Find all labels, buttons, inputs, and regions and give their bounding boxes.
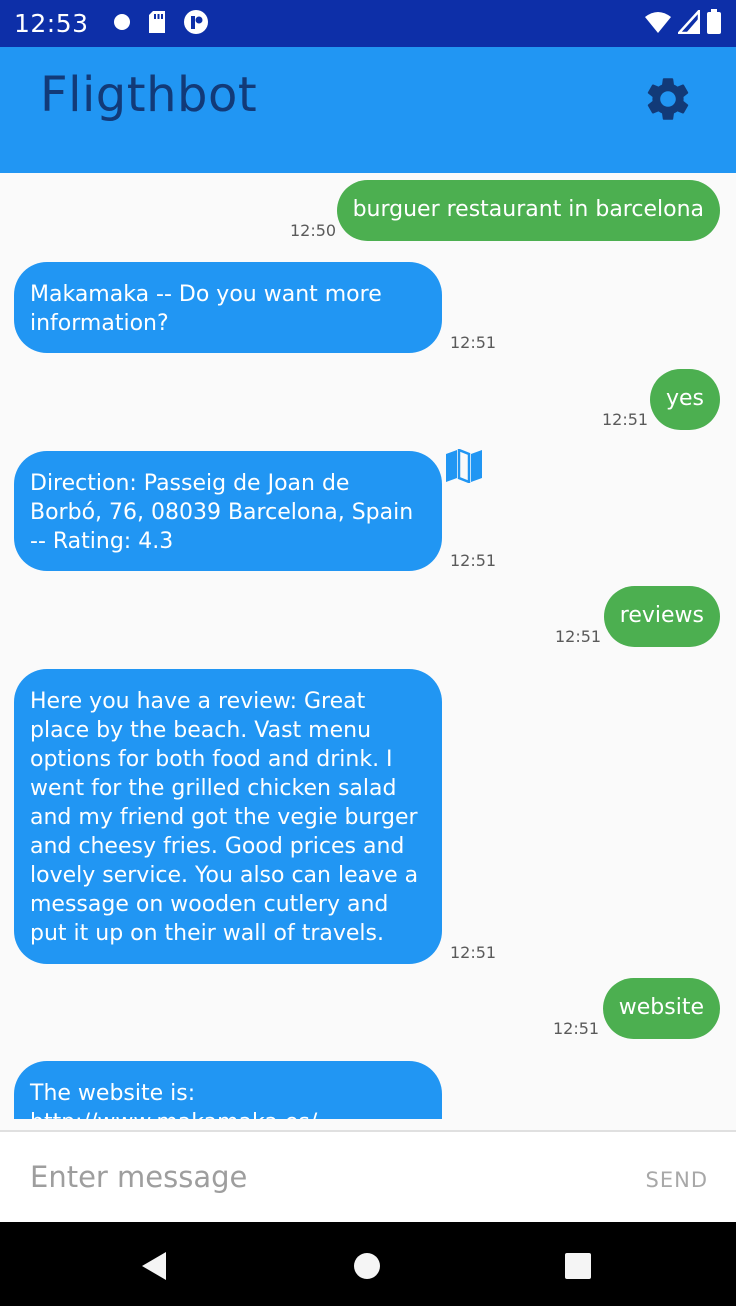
- status-bar: 12:53: [0, 0, 736, 47]
- navigation-bar: [0, 1222, 736, 1306]
- message-text: yes: [665, 386, 704, 411]
- bot-message: Direction: Passeig de Joan de Borbó, 76,…: [14, 451, 442, 571]
- battery-icon: [706, 8, 722, 39]
- message-input[interactable]: [30, 1160, 610, 1194]
- user-message: burguer restaurant in barcelona: [336, 180, 720, 241]
- message-time: 12:51: [450, 551, 497, 570]
- send-button[interactable]: SEND: [646, 1168, 708, 1192]
- message-text: Makamaka -- Do you want more information…: [30, 282, 382, 336]
- status-time: 12:53: [14, 9, 89, 38]
- bot-message: The website is: http://www.makamaka.es/: [14, 1061, 442, 1119]
- user-message: yes: [649, 369, 720, 430]
- message-text: website: [618, 995, 704, 1020]
- chat-list[interactable]: burguer restaurant in barcelona 12:50 Ma…: [0, 173, 736, 1119]
- message-input-bar: SEND: [0, 1130, 736, 1222]
- message-time: 12:51: [450, 333, 497, 352]
- user-message: website: [602, 978, 720, 1039]
- recents-icon[interactable]: [565, 1253, 591, 1283]
- bot-message: Makamaka -- Do you want more information…: [14, 262, 442, 353]
- wifi-icon: [644, 10, 672, 38]
- app-title: Fligthbot: [40, 67, 258, 123]
- message-time: 12:51: [602, 410, 649, 429]
- message-text: The website is: http://www.makamaka.es/: [30, 1081, 317, 1119]
- message-time: 12:51: [555, 627, 602, 646]
- app-bar: Fligthbot: [0, 47, 736, 173]
- back-icon[interactable]: [140, 1251, 168, 1285]
- map-icon[interactable]: [445, 448, 483, 487]
- message-text: Direction: Passeig de Joan de Borbó, 76,…: [30, 471, 414, 554]
- message-time: 12:50: [290, 221, 337, 240]
- message-text: burguer restaurant in barcelona: [352, 197, 704, 222]
- settings-button[interactable]: [638, 71, 698, 131]
- sd-card-icon: [147, 10, 167, 38]
- user-message: reviews: [603, 586, 720, 647]
- home-icon[interactable]: [354, 1253, 380, 1283]
- gear-icon: [642, 73, 694, 129]
- signal-icon: [676, 7, 701, 38]
- message-text: Here you have a review: Great place by t…: [30, 689, 419, 946]
- message-time: 12:51: [450, 943, 497, 962]
- notification-dot-icon: [113, 13, 131, 35]
- message-time: 12:51: [553, 1019, 600, 1038]
- bot-message: Here you have a review: Great place by t…: [14, 669, 442, 964]
- message-text: reviews: [619, 603, 704, 628]
- app-notification-icon: [183, 9, 209, 39]
